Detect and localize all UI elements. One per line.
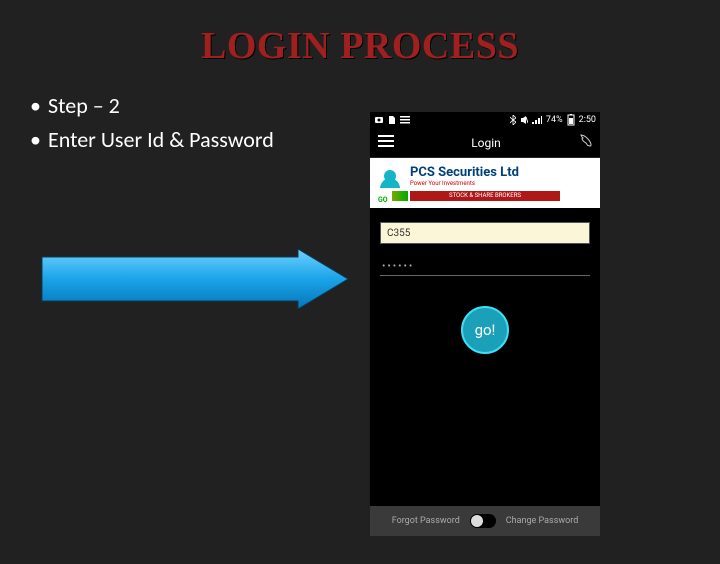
userid-input[interactable]: C355 xyxy=(380,222,590,244)
app-navbar: Login xyxy=(370,128,600,158)
screen-title: Login xyxy=(394,136,578,150)
phone-icon[interactable] xyxy=(578,134,592,151)
brand-strip: STOCK & SHARE BROKERS xyxy=(410,191,560,201)
pointer-arrow xyxy=(40,249,350,309)
phone-screenshot: 74% 2:50 Login PCS Securities Ltd Power … xyxy=(370,112,600,536)
brand-tagline: Power Your Investments xyxy=(410,181,560,187)
android-statusbar: 74% 2:50 xyxy=(370,112,600,128)
bullet-list: Step – 2 Enter User Id & Password xyxy=(26,86,346,158)
signal-icon xyxy=(532,116,542,124)
camera-icon xyxy=(374,115,384,125)
bullet-1: Step – 2 xyxy=(26,90,346,122)
clock: 2:50 xyxy=(579,115,596,125)
password-input[interactable]: •••••• xyxy=(380,258,590,276)
brand-name: PCS Securities Ltd xyxy=(410,166,560,179)
app-footer: Forgot Password Change Password xyxy=(370,506,600,536)
slide-title: LOGIN PROCESS xyxy=(0,24,720,68)
battery-icon xyxy=(567,114,575,126)
sim-icon xyxy=(388,115,396,125)
brand-logo-bar: PCS Securities Ltd Power Your Investment… xyxy=(370,158,600,208)
go-button[interactable]: go! xyxy=(461,306,509,354)
change-password-link[interactable]: Change Password xyxy=(506,516,579,526)
footer-toggle[interactable] xyxy=(470,514,496,528)
bluetooth-icon xyxy=(510,115,516,125)
mute-icon xyxy=(520,115,528,125)
forgot-password-link[interactable]: Forgot Password xyxy=(392,516,460,526)
brand-go-label: GO xyxy=(378,196,388,204)
hamburger-icon[interactable] xyxy=(378,135,394,150)
menu-icon xyxy=(400,115,410,125)
battery-pct: 74% xyxy=(546,115,563,125)
bullet-2: Enter User Id & Password xyxy=(26,124,346,156)
